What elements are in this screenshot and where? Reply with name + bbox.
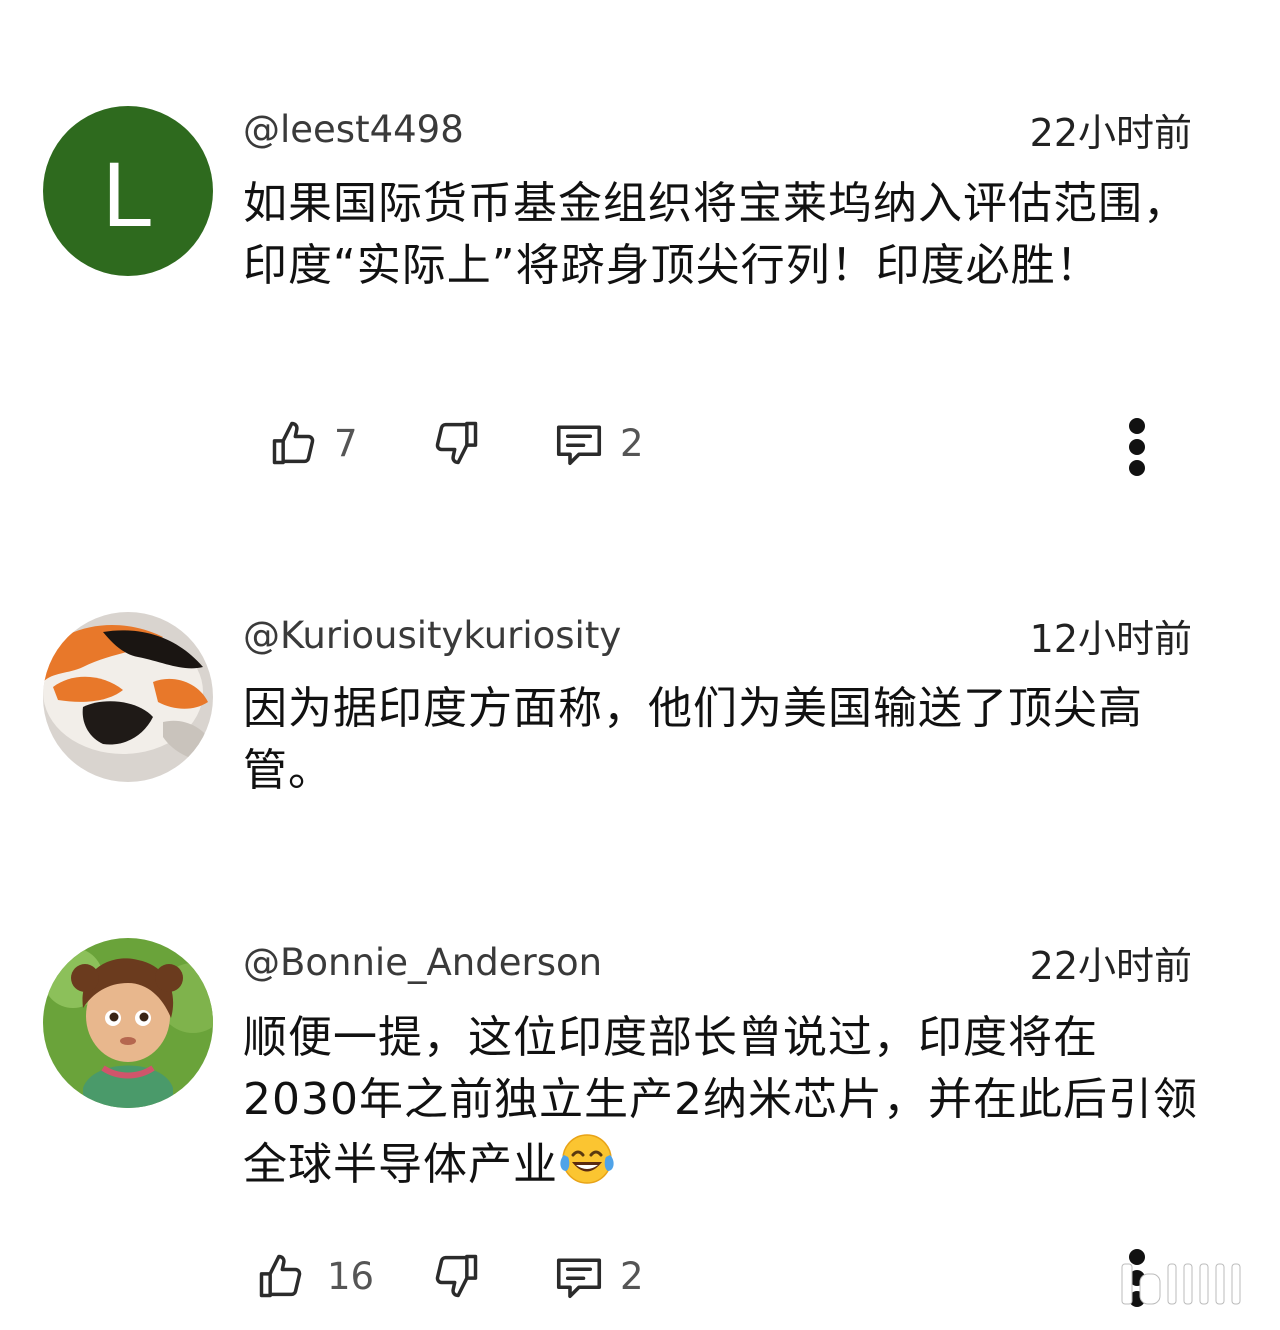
avatar[interactable]: L xyxy=(43,106,213,276)
comment-text-body: 顺便一提，这位印度部长曾说过，印度将在2030年之前独立生产2纳米芯片，并在此后… xyxy=(243,1012,1198,1190)
more-options-button[interactable] xyxy=(1122,410,1152,480)
svg-text:L: L xyxy=(102,144,153,246)
reply-button[interactable]: 2 xyxy=(552,1241,644,1311)
avatar[interactable] xyxy=(43,938,213,1108)
reply-count: 2 xyxy=(620,421,644,465)
dislike-button[interactable] xyxy=(430,1241,482,1311)
like-count: 7 xyxy=(334,421,358,465)
dislike-button[interactable] xyxy=(430,408,482,478)
like-count: 16 xyxy=(327,1254,375,1298)
timestamp: 22小时前 xyxy=(1029,111,1192,155)
laughing-tears-emoji xyxy=(558,1131,616,1202)
comment-icon xyxy=(552,416,606,470)
username[interactable]: @Bonnie_Anderson xyxy=(243,938,602,988)
comment-actions: 16 2 xyxy=(0,1241,1280,1311)
avatar[interactable] xyxy=(43,612,213,782)
timestamp: 12小时前 xyxy=(1029,617,1192,661)
comment-actions: 7 2 xyxy=(0,408,1280,478)
comment-text: 如果国际货币基金组织将宝莱坞纳入评估范围，印度“实际上”将跻身顶尖行列！印度必胜… xyxy=(243,178,1188,291)
reply-count: 2 xyxy=(620,1254,644,1298)
thumbs-up-icon xyxy=(255,1249,307,1303)
thumbs-down-icon xyxy=(430,416,482,470)
reply-button[interactable]: 2 xyxy=(552,408,644,478)
thumbs-down-icon xyxy=(430,1249,482,1303)
comment-icon xyxy=(552,1249,606,1303)
comment-text: 顺便一提，这位印度部长曾说过，印度将在2030年之前独立生产2纳米芯片，并在此后… xyxy=(243,1007,1203,1202)
comment-text: 因为据印度方面称，他们为美国输送了顶尖高管。 xyxy=(243,683,1143,796)
thumbs-up-icon xyxy=(268,416,320,470)
like-button[interactable]: 7 xyxy=(268,408,358,478)
username[interactable]: @Kuriousitykuriosity xyxy=(243,611,621,661)
like-button[interactable]: 16 xyxy=(255,1241,374,1311)
watermark-logo xyxy=(1118,1258,1258,1308)
username[interactable]: @leest4498 xyxy=(243,105,464,155)
timestamp: 22小时前 xyxy=(1029,944,1192,988)
